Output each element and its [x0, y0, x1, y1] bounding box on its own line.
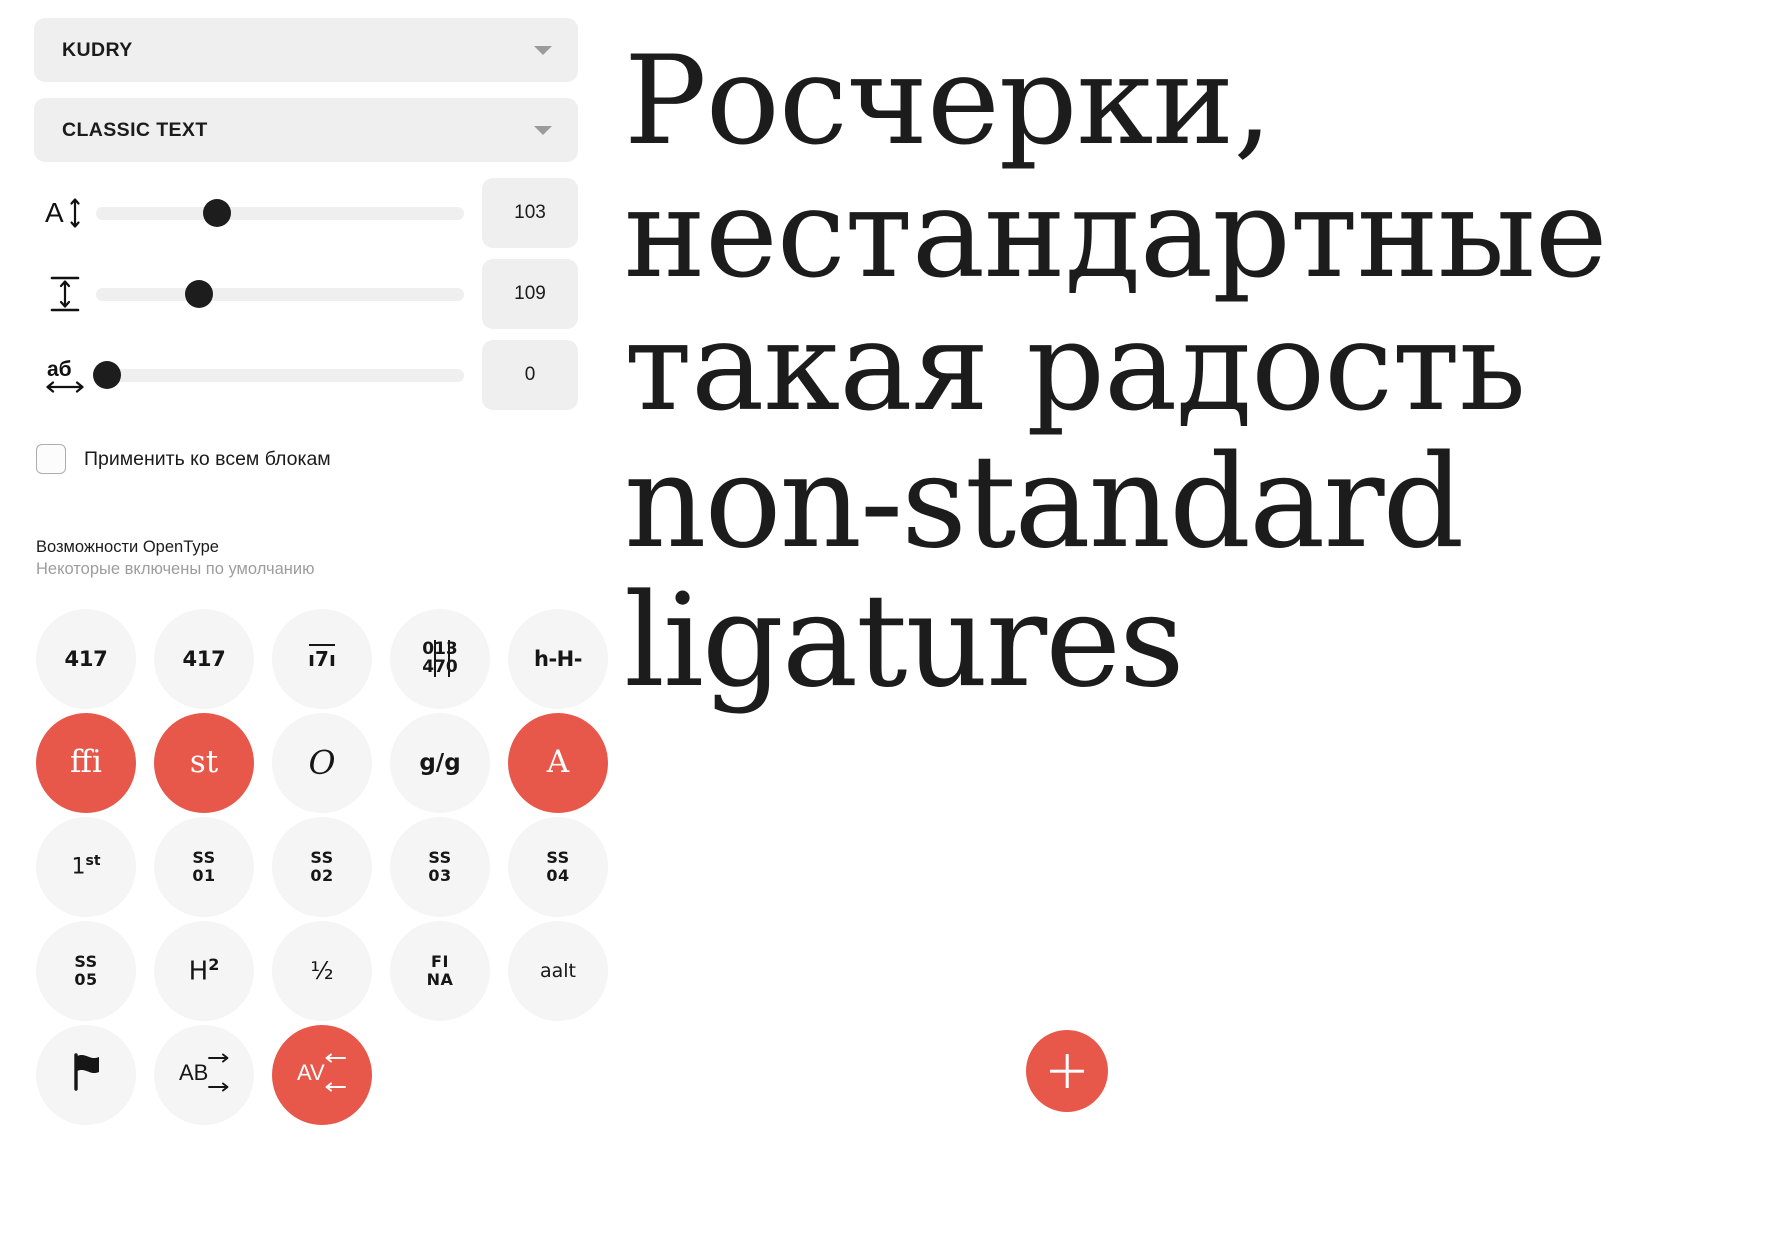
opentype-feature-flag[interactable] — [36, 1024, 136, 1125]
opentype-feature-kern[interactable]: AV — [272, 1024, 372, 1125]
letter-spacing-icon: аб — [34, 354, 96, 396]
opentype-feature-case[interactable]: h-H- — [508, 608, 608, 709]
chevron-down-icon — [534, 125, 552, 135]
slider-group: A 103 109 аб 0 — [34, 178, 578, 410]
line-height-value[interactable]: 109 — [482, 259, 578, 329]
font-size-value[interactable]: 103 — [482, 178, 578, 248]
opentype-feature-frac[interactable]: 013 470 — [390, 608, 490, 709]
font-family-value: KUDRY — [62, 38, 133, 61]
line-height-icon — [34, 274, 96, 314]
font-size-track[interactable] — [96, 199, 464, 227]
add-block-button[interactable] — [1026, 1030, 1108, 1112]
letter-spacing-knob[interactable] — [93, 361, 122, 389]
opentype-feature-half[interactable]: ½ — [272, 920, 372, 1021]
opentype-feature-swsh[interactable]: O — [272, 712, 372, 813]
plus-icon — [1050, 1054, 1084, 1088]
apply-all-blocks-row[interactable]: Применить ко всем блокам — [36, 444, 578, 474]
chevron-down-icon — [534, 45, 552, 55]
font-size-slider[interactable] — [96, 178, 482, 248]
opentype-subtitle: Некоторые включены по умолчанию — [36, 560, 315, 579]
opentype-feature-grid: 417 417 ı7ı 013 470 h-H-ffi st Og/g A 1st SS 01 SS 02… — [36, 608, 608, 1125]
opentype-feature-tracking-out[interactable]: AB — [154, 1024, 254, 1125]
opentype-feature-fina[interactable]: FI NA — [390, 920, 490, 1021]
opentype-feature-ss05[interactable]: SS 05 — [36, 920, 136, 1021]
font-size-row: A 103 — [34, 178, 578, 248]
line-height-slider[interactable] — [96, 259, 482, 329]
specimen-line: non-standard — [624, 428, 1464, 578]
line-height-knob[interactable] — [185, 280, 214, 308]
opentype-feature-ss01[interactable]: SS 01 — [154, 816, 254, 917]
opentype-feature-ss04[interactable]: SS 04 — [508, 816, 608, 917]
letter-spacing-track[interactable] — [93, 361, 464, 389]
typography-editor: KUDRY CLASSIC TEXT A 103 109 аб 0 Примен… — [0, 0, 1784, 1240]
preview-canvas: Росчерки, нестандартные такая радость non-s… — [612, 0, 1784, 1240]
opentype-feature-ss02[interactable]: SS 02 — [272, 816, 372, 917]
opentype-feature-onum[interactable]: 417 — [154, 608, 254, 709]
opentype-feature-liga[interactable]: ffi — [36, 712, 136, 813]
line-height-row: 109 — [34, 259, 578, 329]
font-family-dropdown[interactable]: KUDRY — [34, 18, 578, 82]
specimen-text[interactable]: Росчерки, нестандартные такая радость non-s… — [624, 30, 1784, 716]
specimen-line: такая радость — [624, 295, 1526, 439]
specimen-line: нестандартные — [624, 162, 1608, 306]
opentype-feature-dlig[interactable]: st — [154, 712, 254, 813]
opentype-feature-cswh[interactable]: A — [508, 712, 608, 813]
opentype-header: Возможности OpenType Некоторые включены … — [36, 536, 578, 581]
letter-spacing-slider[interactable] — [93, 340, 482, 410]
font-style-dropdown[interactable]: CLASSIC TEXT — [34, 98, 578, 162]
svg-text:AV: AV — [297, 1060, 325, 1085]
apply-all-blocks-label: Применить ко всем блокам — [84, 447, 331, 470]
svg-text:аб: аб — [47, 358, 72, 381]
opentype-feature-ordn[interactable]: 1st — [36, 816, 136, 917]
specimen-line: Росчерки, — [624, 30, 1273, 173]
opentype-feature-ss03[interactable]: SS 03 — [390, 816, 490, 917]
letter-spacing-value[interactable]: 0 — [482, 340, 578, 410]
opentype-feature-zero[interactable]: ı7ı — [272, 608, 372, 709]
letter-spacing-row: аб 0 — [34, 340, 578, 410]
opentype-feature-sups[interactable]: H2 — [154, 920, 254, 1021]
opentype-feature-salt[interactable]: g/g — [390, 712, 490, 813]
opentype-title: Возможности OpenType — [36, 538, 219, 556]
font-size-knob[interactable] — [203, 199, 232, 227]
line-height-track[interactable] — [96, 280, 464, 308]
font-size-icon: A — [34, 195, 96, 231]
font-style-value: CLASSIC TEXT — [62, 118, 208, 141]
apply-all-blocks-checkbox[interactable] — [36, 444, 66, 474]
svg-text:AB: AB — [179, 1060, 208, 1085]
svg-text:A: A — [45, 197, 64, 228]
settings-panel: KUDRY CLASSIC TEXT A 103 109 аб 0 Примен… — [0, 0, 612, 1240]
opentype-feature-tnum[interactable]: 417 — [36, 608, 136, 709]
specimen-line: ligatures — [624, 566, 1185, 716]
opentype-feature-aalt[interactable]: aalt — [508, 920, 608, 1021]
